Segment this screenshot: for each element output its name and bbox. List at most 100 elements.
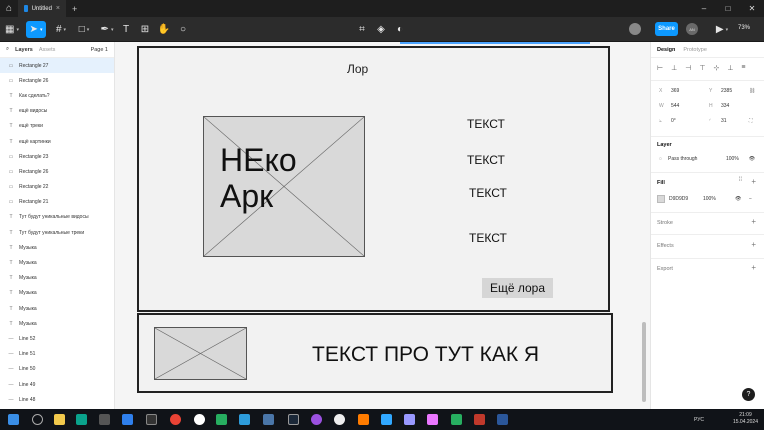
- app-icon-4[interactable]: [451, 414, 462, 425]
- layer-row[interactable]: Tещё видосы: [0, 104, 114, 119]
- app-icon-5[interactable]: [474, 414, 485, 425]
- add-effect-icon[interactable]: +: [751, 240, 756, 249]
- add-stroke-icon[interactable]: +: [751, 217, 756, 226]
- neko-ark-title[interactable]: НЕко Арк: [220, 142, 297, 214]
- text-block-2[interactable]: ТЕКСТ: [467, 153, 505, 167]
- app-icon-2[interactable]: [216, 414, 227, 425]
- text-block-1[interactable]: ТЕКСТ: [467, 117, 505, 131]
- player-icon[interactable]: [334, 414, 345, 425]
- layer-row[interactable]: ▭ Rectangle 23: [0, 149, 114, 164]
- align-top-icon[interactable]: ⊤: [699, 64, 705, 72]
- photoshop-icon[interactable]: [381, 414, 392, 425]
- shape-tool-icon[interactable]: □ ▾: [76, 21, 92, 38]
- text-block-4[interactable]: ТЕКСТ: [469, 231, 507, 245]
- clock[interactable]: 21:09 15.04.2024: [733, 412, 758, 426]
- component-icon[interactable]: ◈: [376, 21, 386, 38]
- add-fill-icon[interactable]: +: [751, 177, 756, 186]
- close-window-icon[interactable]: ✕: [740, 0, 764, 17]
- layer-row[interactable]: — Line 49: [0, 377, 114, 392]
- layer-row[interactable]: T Музыка: [0, 286, 114, 301]
- layer-row[interactable]: Tещё картинки: [0, 134, 114, 149]
- layer-row[interactable]: ▭ Rectangle 26: [0, 164, 114, 179]
- layer-row[interactable]: ▭ Rectangle 27: [0, 58, 114, 74]
- tab-assets[interactable]: Assets: [39, 47, 56, 53]
- remove-fill-icon[interactable]: −: [749, 196, 752, 202]
- layer-row[interactable]: ▭ Rectangle 22: [0, 180, 114, 195]
- layer-row[interactable]: — Line 51: [0, 347, 114, 362]
- layer-row[interactable]: T Как сделать?: [0, 88, 114, 103]
- language-indicator[interactable]: РУС: [694, 417, 704, 423]
- align-right-icon[interactable]: ⊣: [685, 64, 691, 72]
- chrome-icon[interactable]: [170, 414, 181, 425]
- share-button[interactable]: Share: [655, 22, 678, 36]
- eye-icon[interactable]: 👁: [749, 156, 755, 162]
- contrast-icon[interactable]: ◐: [395, 21, 405, 38]
- crop-icon[interactable]: ⌗: [357, 21, 367, 38]
- canvas-scrollbar[interactable]: [642, 322, 646, 402]
- page-selector[interactable]: Page 1: [91, 47, 108, 53]
- tab-design[interactable]: Design: [657, 47, 675, 53]
- about-text[interactable]: ТЕКСТ ПРО ТУТ КАК Я: [312, 343, 539, 367]
- layer-row[interactable]: T Музыка: [0, 301, 114, 316]
- vk-icon[interactable]: [263, 414, 274, 425]
- pen-tool-icon[interactable]: ✒ ▾: [99, 21, 115, 38]
- more-lore-button[interactable]: Ещё лора: [482, 278, 553, 298]
- text-block-3[interactable]: ТЕКСТ: [469, 186, 507, 200]
- user-avatar[interactable]: AN: [686, 23, 698, 35]
- align-center-h-icon[interactable]: ⊥: [671, 64, 677, 72]
- independent-corners-icon[interactable]: ⛶: [749, 118, 753, 124]
- premiere-icon[interactable]: [427, 414, 438, 425]
- layer-row[interactable]: T Тут будут уникальные видосы: [0, 210, 114, 225]
- app-icon-3[interactable]: [311, 414, 322, 425]
- home-icon[interactable]: ⌂: [0, 0, 18, 17]
- after-effects-icon[interactable]: [404, 414, 415, 425]
- fill-color-swatch[interactable]: [657, 195, 665, 203]
- app-icon-1[interactable]: [76, 414, 87, 425]
- layer-row[interactable]: T Тут будут уникальные треки: [0, 225, 114, 240]
- layer-row[interactable]: ▭ Rectangle 26: [0, 73, 114, 88]
- height-field[interactable]: H 334: [709, 103, 729, 109]
- search-taskbar-icon[interactable]: [32, 414, 43, 425]
- help-button[interactable]: ?: [742, 388, 755, 401]
- new-tab-button[interactable]: +: [72, 4, 77, 14]
- fill-hex-field[interactable]: D9D9D9: [669, 196, 688, 202]
- resources-icon[interactable]: ⊞: [140, 21, 150, 38]
- canvas[interactable]: Лор НЕко Арк ТЕКСТ ТЕКСТ ТЕКСТ ТЕКСТ Ещё…: [115, 42, 650, 409]
- layer-row[interactable]: T Музыка: [0, 316, 114, 331]
- lore-title[interactable]: Лор: [347, 62, 368, 76]
- present-icon[interactable]: ▶ ▾: [716, 21, 728, 38]
- text-tool-icon[interactable]: T: [121, 21, 131, 38]
- layer-opacity-field[interactable]: 100% 👁: [726, 156, 755, 162]
- file-explorer-icon[interactable]: [54, 414, 65, 425]
- layer-row[interactable]: T Музыка: [0, 240, 114, 255]
- add-export-icon[interactable]: +: [751, 263, 756, 272]
- search-icon[interactable]: ⌕: [6, 46, 9, 53]
- width-field[interactable]: W 544: [659, 103, 679, 109]
- style-grid-icon[interactable]: ⁞⁞: [739, 177, 742, 183]
- link-dimensions-icon[interactable]: ⛓: [749, 88, 755, 94]
- x-field[interactable]: X 369: [659, 88, 679, 94]
- tab-layers[interactable]: Layers: [15, 47, 33, 53]
- layer-row[interactable]: ▭ Rectangle 21: [0, 195, 114, 210]
- tab-prototype[interactable]: Prototype: [683, 47, 707, 53]
- layer-row[interactable]: Tещё треки: [0, 119, 114, 134]
- layer-row[interactable]: T Музыка: [0, 255, 114, 270]
- fill-visibility-icon[interactable]: 👁: [735, 196, 741, 202]
- minimize-icon[interactable]: –: [692, 0, 716, 17]
- multiplayer-icon[interactable]: [629, 23, 641, 35]
- blend-mode-select[interactable]: ◌ Pass through: [659, 156, 697, 162]
- frame-tool-icon[interactable]: # ▾: [53, 21, 69, 38]
- start-icon[interactable]: [8, 414, 19, 425]
- image-placeholder-small[interactable]: [154, 327, 247, 380]
- hand-tool-icon[interactable]: ✋: [158, 21, 170, 38]
- layer-row[interactable]: — Line 50: [0, 362, 114, 377]
- document-tab[interactable]: Untitled ×: [18, 0, 66, 17]
- y-field[interactable]: Y 2385: [709, 88, 732, 94]
- vscode-icon[interactable]: [122, 414, 133, 425]
- rotation-field[interactable]: ⦣ 0°: [659, 118, 676, 124]
- comment-tool-icon[interactable]: ○: [178, 21, 188, 38]
- layer-row[interactable]: T Музыка: [0, 271, 114, 286]
- figma-taskbar-icon[interactable]: [146, 414, 157, 425]
- close-tab-icon[interactable]: ×: [56, 5, 60, 12]
- distribute-icon[interactable]: ≡: [741, 64, 745, 72]
